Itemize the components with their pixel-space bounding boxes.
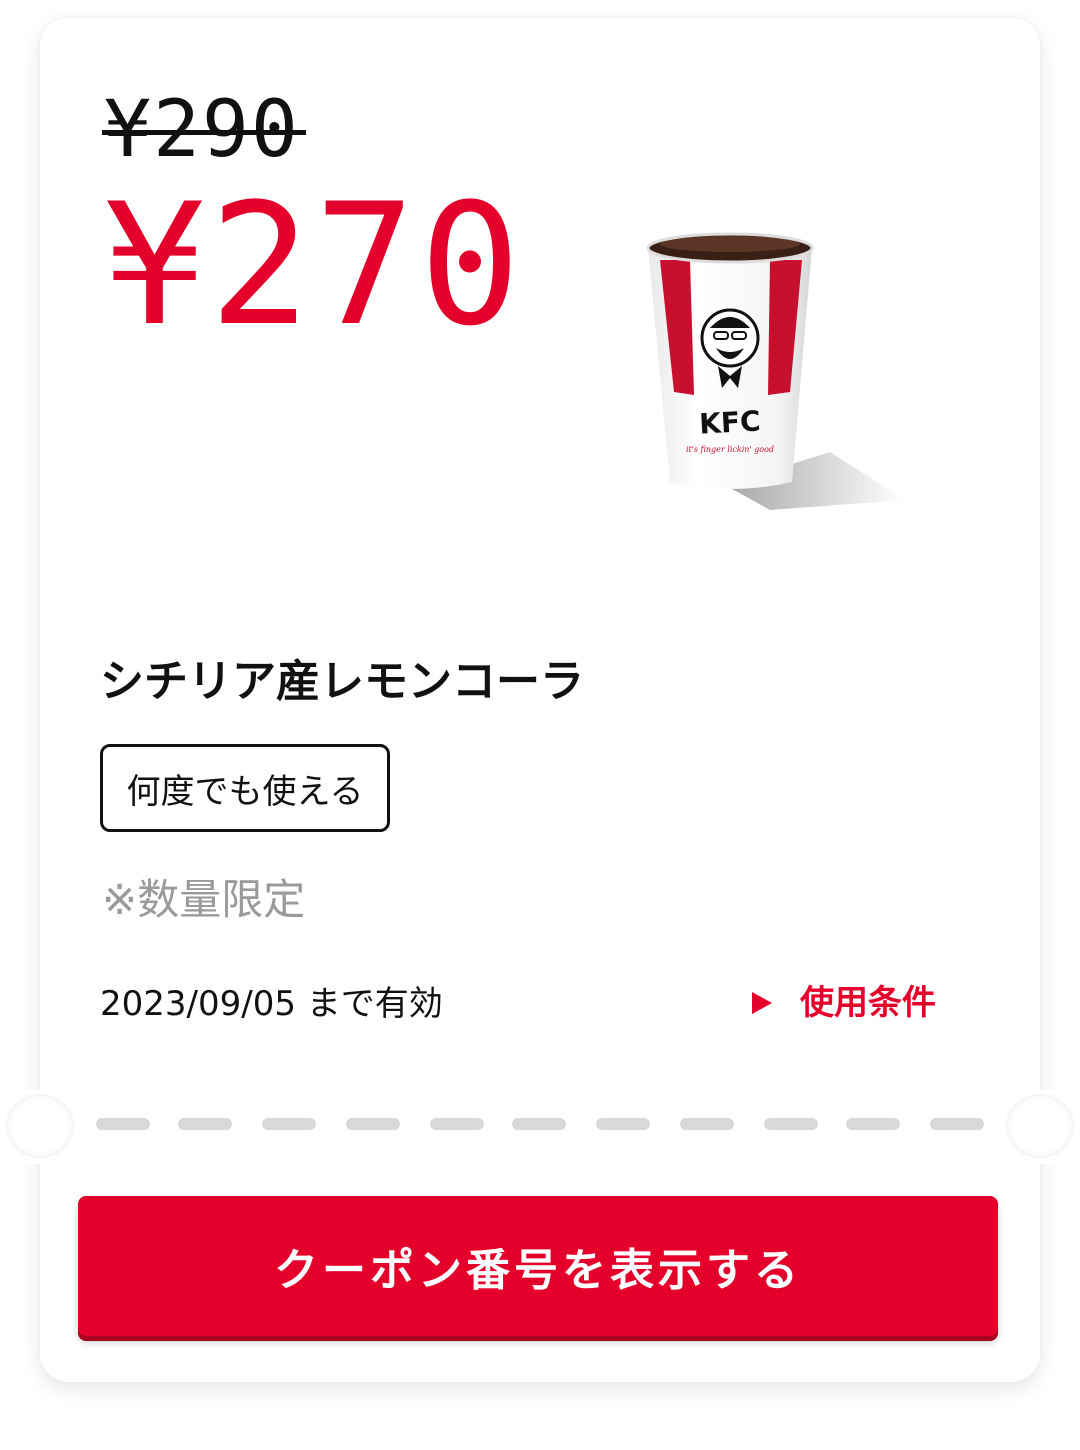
ticket-notch-left <box>6 1094 74 1158</box>
svg-text:it's finger lickin' good: it's finger lickin' good <box>686 445 774 454</box>
original-price: ¥290 <box>102 84 306 176</box>
perforation-dash <box>96 1118 150 1130</box>
perforation-dash <box>764 1118 818 1130</box>
perforation-divider <box>96 1118 996 1132</box>
reusable-badge-label: 何度でも使える <box>126 771 364 812</box>
terms-link[interactable]: 使用条件 <box>752 978 936 1028</box>
strikethrough-line <box>102 130 306 135</box>
terms-label: 使用条件 <box>800 983 936 1023</box>
expiry-date: 2023/09/05 まで有効 <box>100 984 443 1024</box>
perforation-dash <box>680 1118 734 1130</box>
discount-price: ¥270 <box>104 167 525 363</box>
perforation-dash <box>346 1118 400 1130</box>
limited-quantity-note: ※数量限定 <box>102 875 306 924</box>
perforation-dash <box>512 1118 566 1130</box>
perforation-dash <box>178 1118 232 1130</box>
product-image: KFC it's finger lickin' good <box>646 232 905 510</box>
perforation-dash <box>262 1118 316 1130</box>
product-name: シチリア産レモンコーラ <box>100 656 584 707</box>
perforation-dash <box>596 1118 650 1130</box>
play-triangle-icon <box>752 992 772 1014</box>
ticket-notch-right <box>1006 1094 1074 1158</box>
perforation-dash <box>430 1118 484 1130</box>
perforation-dash <box>930 1118 984 1130</box>
perforation-dash <box>846 1118 900 1130</box>
kfc-wordmark: KFC <box>698 404 761 440</box>
reusable-badge: 何度でも使える <box>100 744 390 832</box>
show-coupon-number-button[interactable]: クーポン番号を表示する <box>78 1196 998 1336</box>
